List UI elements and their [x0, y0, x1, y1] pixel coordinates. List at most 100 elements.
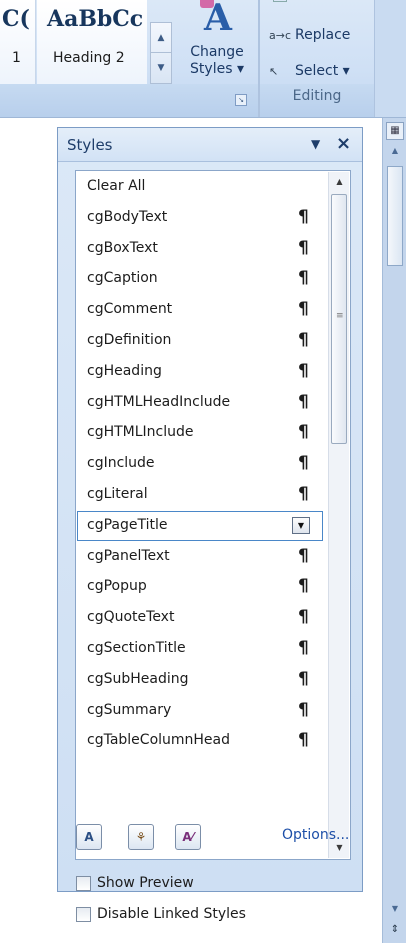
editing-group-title: Editing — [292, 88, 342, 104]
paragraph-style-icon: ¶ — [298, 422, 309, 443]
scroll-thumb[interactable]: ≡ — [331, 194, 347, 444]
style-item[interactable]: cgComment ¶ — [77, 295, 325, 325]
style-gallery-scroll[interactable]: ▲ ▼ — [150, 22, 172, 84]
style-item-name: cgPanelText — [87, 547, 170, 564]
select-button[interactable]: ↖ Select ▾ — [269, 60, 350, 82]
style-item-name: cgBoxText — [87, 239, 158, 256]
manage-styles-button[interactable]: A⁄ — [175, 824, 201, 850]
style-gallery-item-partial[interactable]: C( 1 — [0, 0, 36, 84]
style-item-name: cgHTMLInclude — [87, 424, 194, 441]
styles-list-scrollbar[interactable]: ▲ ≡ ▼ — [328, 172, 349, 858]
pane-options-dropdown-icon[interactable]: ▼ — [311, 137, 320, 151]
style-item-name: cgInclude — [87, 455, 155, 472]
style-inspector-icon: ⚘ — [135, 830, 147, 844]
view-ruler-icon[interactable]: ▦ — [386, 122, 404, 140]
paragraph-style-icon: ¶ — [298, 699, 309, 720]
document-scroll-thumb[interactable] — [387, 166, 403, 266]
change-styles-icon: A — [198, 0, 238, 38]
styles-list: Clear All cgBodyText ¶ cgBoxText ¶ cgCaption ¶… — [75, 170, 351, 860]
style-item-name: cgLiteral — [87, 486, 148, 502]
disable-linked-label: Disable Linked Styles — [97, 906, 246, 922]
style-item-name: cgSectionTitle — [87, 640, 186, 656]
select-arrow-icon: ↖ — [269, 64, 279, 78]
style-item[interactable]: cgSummary ¶ — [77, 696, 325, 726]
scroll-grip-icon: ≡ — [336, 311, 343, 321]
scroll-down-icon[interactable]: ▼ — [387, 904, 403, 920]
style-item[interactable]: cgCaption ¶ — [77, 264, 325, 294]
style-item-selected[interactable]: cgPageTitle ▼ — [77, 510, 323, 541]
paragraph-style-icon: ¶ — [298, 237, 309, 258]
vertical-scrollbar-area: ▦ ▲ ▼ ⇕ — [382, 118, 406, 943]
checkbox-box[interactable] — [76, 875, 91, 891]
style-item-name: cgPageTitle — [87, 516, 168, 533]
gallery-up-icon[interactable]: ▲ — [151, 23, 171, 53]
style-item-name: cgHTMLHeadInclude — [87, 393, 231, 410]
style-item-name: cgBodyText — [87, 208, 168, 225]
style-item[interactable]: cgSubHeading ¶ — [77, 665, 325, 695]
style-item[interactable]: cgLiteral ¶ — [77, 480, 325, 510]
styles-pane-titlebar: Styles ▼ × — [58, 128, 362, 162]
paragraph-style-icon: ¶ — [298, 391, 309, 412]
style-sample-text: C( — [2, 6, 30, 32]
scroll-up-icon[interactable]: ▲ — [387, 146, 403, 162]
find-icon-partial — [273, 0, 287, 2]
paragraph-style-icon: ¶ — [298, 607, 309, 628]
style-item-name: cgTableColumnHead — [87, 732, 231, 749]
paragraph-style-icon: ¶ — [298, 330, 309, 350]
show-preview-label: Show Preview — [97, 875, 194, 891]
replace-label: Replace — [295, 27, 351, 43]
scroll-up-icon[interactable]: ▲ — [329, 172, 350, 192]
style-item-name: cgComment — [87, 301, 173, 318]
replace-button[interactable]: a→c Replace — [269, 24, 350, 46]
style-item[interactable]: cgHTMLInclude ¶ — [77, 418, 325, 448]
change-styles-button[interactable]: A Change Styles ▾ — [178, 0, 256, 84]
styles-dialog-launcher-icon[interactable]: ↘ — [235, 94, 247, 106]
paragraph-style-icon: ¶ — [298, 545, 309, 566]
paragraph-style-icon: ¶ — [298, 484, 309, 504]
paragraph-style-icon: ¶ — [298, 206, 309, 227]
style-item[interactable]: cgBodyText ¶ — [77, 203, 325, 233]
new-style-button[interactable]: A — [76, 824, 102, 850]
style-item-name: cgHeading — [87, 362, 162, 379]
style-item[interactable]: cgDefinition ¶ — [77, 326, 325, 356]
manage-styles-icon: A⁄ — [182, 830, 194, 844]
style-item-name: cgCaption — [87, 270, 158, 287]
style-item[interactable]: cgBoxText ¶ — [77, 234, 325, 264]
style-item-name: cgSubHeading — [87, 670, 189, 687]
style-gallery-label: 1 — [12, 50, 21, 66]
show-preview-checkbox[interactable]: Show Preview — [76, 872, 194, 894]
paragraph-style-icon: ¶ — [298, 638, 309, 658]
paragraph-style-icon: ¶ — [298, 576, 309, 597]
options-link[interactable]: Options... — [282, 827, 349, 843]
style-item[interactable]: cgHTMLHeadInclude ¶ — [77, 388, 325, 418]
style-item[interactable]: cgInclude ¶ — [77, 449, 325, 479]
split-handle-icon[interactable]: ⇕ — [387, 924, 403, 938]
style-item[interactable]: Clear All — [77, 172, 325, 202]
disable-linked-styles-checkbox[interactable]: Disable Linked Styles — [76, 903, 246, 925]
paragraph-style-icon: ¶ — [298, 299, 309, 320]
style-inspector-button[interactable]: ⚘ — [128, 824, 154, 850]
paragraph-style-icon: ¶ — [298, 360, 309, 381]
style-dropdown-icon[interactable]: ▼ — [292, 516, 310, 534]
style-item[interactable]: cgTableColumnHead ¶ — [77, 726, 325, 756]
styles-pane: Styles ▼ × Clear All cgBodyText ¶ cgBoxText… — [57, 127, 363, 922]
document-gutter — [363, 118, 382, 943]
style-item[interactable]: cgPanelText ¶ — [77, 542, 325, 572]
style-gallery-item-heading-2[interactable]: AaBbCc Heading 2 — [37, 0, 147, 84]
style-item[interactable]: cgPopup ¶ — [77, 572, 325, 602]
paragraph-style-icon: ¶ — [298, 268, 309, 289]
style-item[interactable]: cgSectionTitle ¶ — [77, 634, 325, 664]
style-item[interactable]: cgHeading ¶ — [77, 357, 325, 387]
paragraph-style-icon: ¶ — [298, 453, 309, 474]
style-item[interactable]: cgQuoteText ¶ — [77, 603, 325, 633]
ribbon: C( 1 AaBbCc Heading 2 ▲ ▼ A Change Style… — [0, 0, 406, 118]
new-style-icon: A — [84, 830, 94, 844]
checkbox-box[interactable] — [76, 906, 91, 922]
close-icon[interactable]: × — [336, 133, 351, 154]
style-item-name: cgQuoteText — [87, 609, 175, 626]
change-styles-label-line1: Change — [190, 44, 244, 60]
change-styles-label-line2: Styles ▾ — [190, 61, 244, 77]
style-item-name: cgPopup — [87, 578, 147, 595]
gallery-more-icon[interactable]: ▼ — [151, 53, 171, 83]
style-item-name: cgSummary — [87, 701, 172, 718]
